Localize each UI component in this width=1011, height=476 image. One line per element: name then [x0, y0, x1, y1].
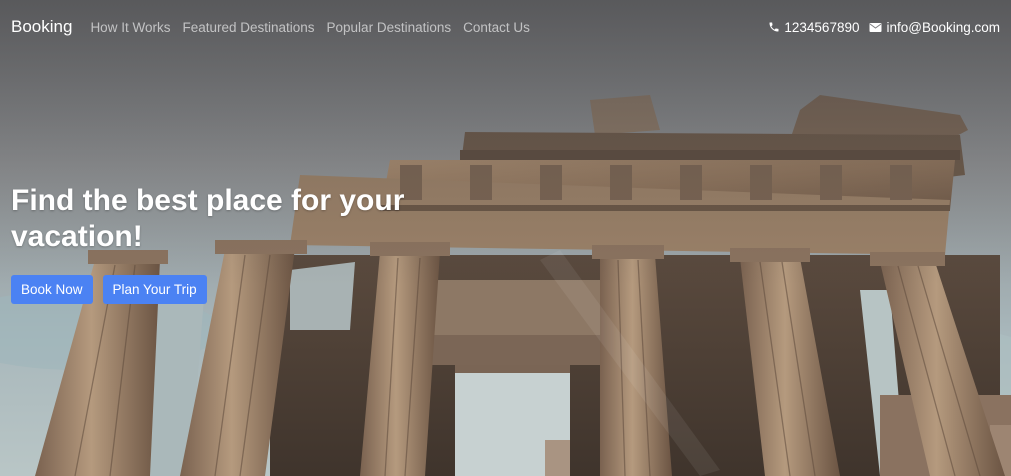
nav-link-featured-destinations[interactable]: Featured Destinations: [182, 20, 314, 35]
phone-icon: [769, 22, 779, 32]
brand-link[interactable]: Booking: [11, 17, 72, 37]
navbar: Booking How It Works Featured Destinatio…: [0, 0, 1011, 54]
phone-contact[interactable]: 1234567890: [768, 20, 859, 35]
nav-links: How It Works Featured Destinations Popul…: [90, 20, 541, 35]
contact-info: 1234567890 info@Booking.com: [758, 20, 1000, 35]
book-now-button[interactable]: Book Now: [11, 275, 93, 304]
phone-number: 1234567890: [784, 19, 860, 35]
nav-link-how-it-works[interactable]: How It Works: [90, 20, 170, 35]
email-contact[interactable]: info@Booking.com: [869, 20, 1000, 35]
plan-your-trip-button[interactable]: Plan Your Trip: [102, 275, 207, 304]
nav-link-contact-us[interactable]: Contact Us: [463, 20, 530, 35]
hero-title: Find the best place for your vacation!: [11, 184, 405, 253]
nav-link-popular-destinations[interactable]: Popular Destinations: [327, 20, 452, 35]
hero-buttons: Book Now Plan Your Trip: [11, 275, 441, 304]
hero-content: Find the best place for your vacation! B…: [11, 183, 441, 304]
envelope-icon: [869, 22, 882, 32]
email-address: info@Booking.com: [886, 19, 1000, 35]
